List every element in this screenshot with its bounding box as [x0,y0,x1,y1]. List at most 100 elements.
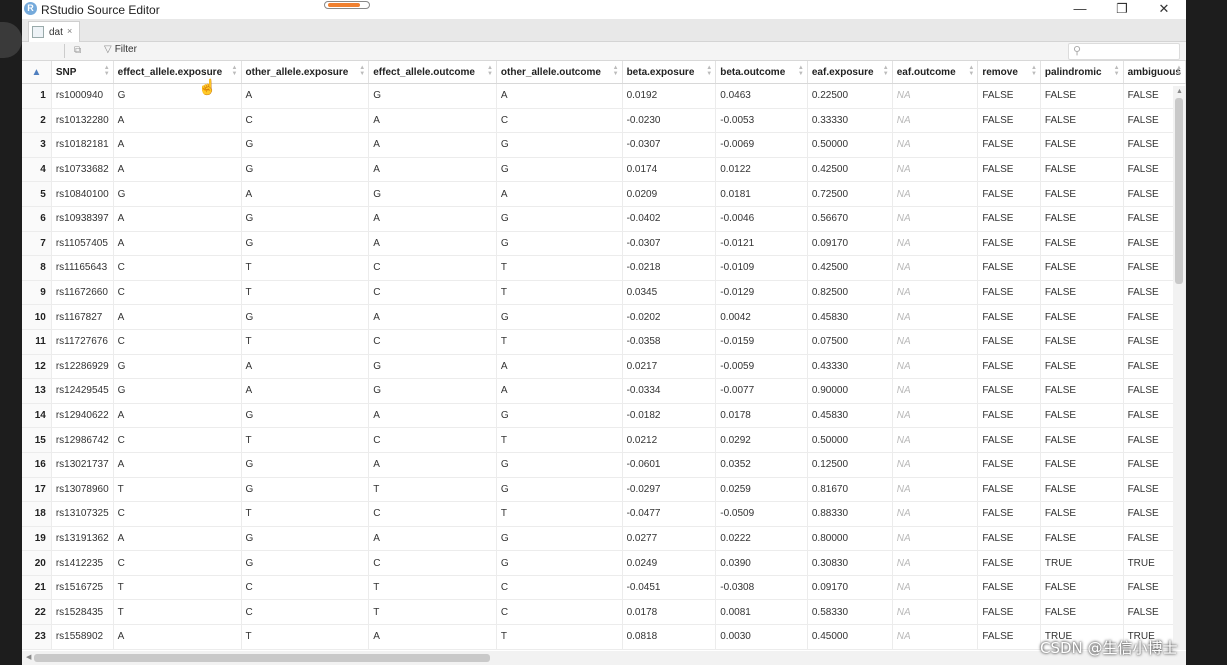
column-header[interactable]: eaf.outcome ▲ ▼ [892,61,979,84]
table-cell: NA [892,83,979,109]
table-cell: 0.0192 [622,83,717,109]
tab-dat[interactable]: dat × [28,21,80,42]
table-cell: A [368,157,497,183]
table-cell: 0.56670 [807,206,893,232]
table-cell: G [241,526,370,552]
table-cell: FALSE [977,231,1041,257]
row-number: 6 [22,206,52,232]
column-header[interactable]: other_allele.outcome ▲ ▼ [496,61,623,84]
table-cell: FALSE [1040,452,1124,478]
table-cell: NA [892,427,979,453]
column-header[interactable]: ambiguous ▲ ▼ [1123,61,1186,84]
table-cell: 0.80000 [807,526,893,552]
table-cell: FALSE [1040,304,1124,330]
table-cell: FALSE [977,427,1041,453]
row-number: 4 [22,157,52,183]
table-cell: 0.22500 [807,83,893,109]
table-cell: 0.0122 [715,157,808,183]
column-header[interactable]: effect_allele.exposure ▲ ▼ [113,61,242,84]
filter-button[interactable]: ▽ Filter [104,44,137,55]
sort-icon: ▲ ▼ [706,65,713,77]
table-cell: G [241,231,370,257]
table-cell: NA [892,231,979,257]
column-header[interactable]: beta.exposure ▲ ▼ [622,61,717,84]
table-cell: 0.0222 [715,526,808,552]
table-cell: C [368,501,497,527]
table-cell: rs1167827 [51,304,114,330]
vertical-scrollbar[interactable]: ▲ [1173,86,1185,650]
table-cell: G [241,206,370,232]
column-header-label: beta.exposure [626,66,695,78]
column-header-label: palindromic [1044,66,1102,78]
table-cell: C [241,599,370,626]
column-header[interactable]: eaf.exposure ▲ ▼ [807,61,893,84]
table-cell: -0.0202 [622,304,717,330]
title-bar: R RStudio Source Editor — ❐ ✕ [22,0,1186,19]
table-cell: FALSE [1040,157,1124,183]
scroll-left-icon[interactable]: ◀ [26,653,31,661]
row-number: 9 [22,280,52,306]
row-number: 11 [22,329,52,355]
restore-button[interactable]: ❐ [1102,0,1142,19]
table-cell: A [113,231,242,257]
table-cell: rs1000940 [51,83,114,109]
table-cell: rs11727676 [51,329,114,355]
column-header[interactable]: beta.outcome ▲ ▼ [715,61,808,84]
table-cell: -0.0182 [622,403,717,429]
table-cell: C [113,427,242,453]
table-cell: T [496,329,623,355]
table-cell: rs11057405 [51,231,114,257]
table-row: 23 rs1558902 A T A T 0.0818 0.0030 0.45000 NA FALS… [22,624,1186,650]
table-cell: NA [892,329,979,355]
column-header-label: effect_allele.exposure [117,66,223,78]
table-cell: A [496,83,623,109]
table-cell: 0.0292 [715,427,808,453]
table-cell: G [241,452,370,478]
horizontal-scroll-thumb[interactable] [34,654,490,662]
table-cell: -0.0308 [715,575,808,601]
table-cell: C [368,255,497,281]
table-cell: NA [892,378,979,404]
column-header[interactable]: remove ▲ ▼ [977,61,1041,84]
table-row: 6 rs10938397 A G A G -0.0402 -0.0046 0.56670 NA FA… [22,206,1186,232]
table-cell: G [496,157,623,183]
table-row: 17 rs13078960 T G T G -0.0297 0.0259 0.81670 NA FA… [22,477,1186,503]
close-button[interactable]: ✕ [1144,0,1184,19]
table-cell: FALSE [1040,477,1124,503]
column-header[interactable]: effect_allele.outcome ▲ ▼ [368,61,497,84]
table-cell: 0.0042 [715,304,808,330]
popout-icon[interactable]: ⧉ [74,45,81,56]
table-row: 13 rs12429545 G A G A -0.0334 -0.0077 0.90000 NA F… [22,378,1186,404]
table-cell: A [496,354,623,380]
table-cell: NA [892,624,979,650]
search-input[interactable]: ⚲ [1068,43,1180,60]
left-edge-overlay [0,22,22,58]
table-cell: T [241,255,370,281]
table-cell: 0.0463 [715,83,808,109]
row-number-header[interactable]: ▲ [22,61,52,84]
minimize-button[interactable]: — [1060,0,1100,19]
table-cell: -0.0601 [622,452,717,478]
tab-close-icon[interactable]: × [67,26,72,36]
table-cell: NA [892,477,979,503]
table-cell: G [113,354,242,380]
column-header-label: effect_allele.outcome [373,66,475,78]
table-row: 20 rs1412235 C G C G 0.0249 0.0390 0.30830 NA FALS… [22,550,1186,576]
table-cell: FALSE [977,329,1041,355]
column-header[interactable]: palindromic ▲ ▼ [1040,61,1124,84]
table-cell: 0.88330 [807,501,893,527]
row-number: 5 [22,181,52,207]
vertical-scroll-thumb[interactable] [1175,98,1183,284]
row-number: 18 [22,501,52,527]
sort-icon: ▲ ▼ [1176,65,1182,77]
table-cell: G [368,378,497,404]
scroll-up-icon[interactable]: ▲ [1176,88,1183,95]
table-cell: FALSE [1040,132,1124,158]
horizontal-scrollbar[interactable]: ◀ [22,651,1186,665]
table-cell: T [241,427,370,453]
column-header[interactable]: SNP ▲ ▼ [51,61,114,84]
table-cell: -0.0451 [622,575,717,601]
table-cell: 0.81670 [807,477,893,503]
column-header[interactable]: other_allele.exposure ▲ ▼ [241,61,370,84]
table-cell: FALSE [977,206,1041,232]
